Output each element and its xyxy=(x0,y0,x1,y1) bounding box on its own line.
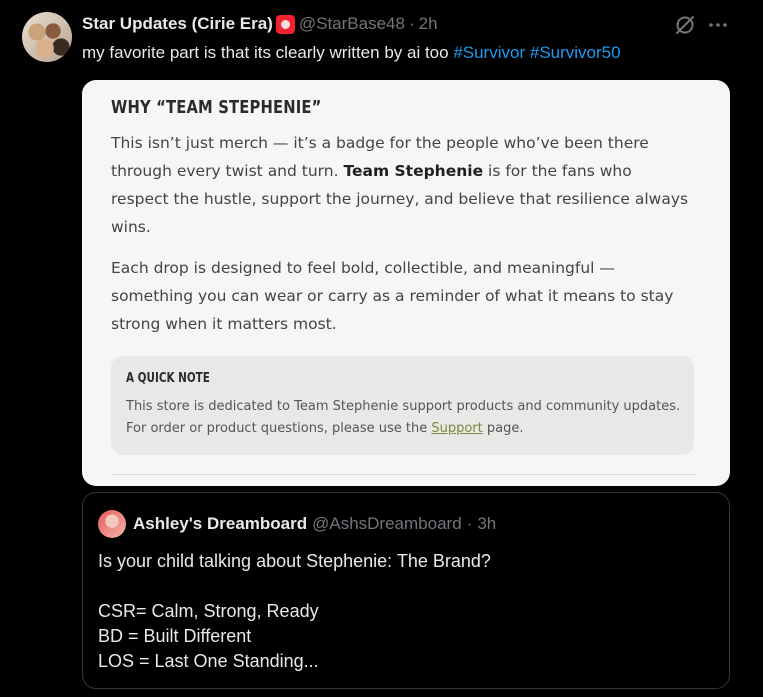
quoted-handle[interactable]: @AshsDreamboard xyxy=(312,514,462,534)
quoted-header: Ashley's Dreamboard @AshsDreamboard · 3h xyxy=(133,514,496,534)
author-display-name[interactable]: Star Updates (Cirie Era) xyxy=(82,14,273,34)
note-text: This store is dedicated to Team Stepheni… xyxy=(126,399,681,436)
divider xyxy=(111,474,696,475)
separator: · xyxy=(408,14,415,33)
note-heading: A QUICK NOTE xyxy=(126,371,210,386)
quoted-display-name[interactable]: Ashley's Dreamboard xyxy=(133,514,307,534)
card-paragraph-2: Each drop is designed to feel bold, coll… xyxy=(111,259,674,333)
grok-icon[interactable] xyxy=(674,14,696,36)
quoted-time[interactable]: 3h xyxy=(477,514,496,534)
siren-emoji-icon xyxy=(275,14,295,34)
attached-image[interactable]: WHY “TEAM STEPHENIE” This isn’t just mer… xyxy=(82,80,730,486)
author-avatar[interactable] xyxy=(22,12,72,62)
support-link[interactable]: Support xyxy=(431,421,482,436)
quoted-tweet[interactable]: Ashley's Dreamboard @AshsDreamboard · 3h… xyxy=(82,492,730,689)
team-stephenie-bold: Team Stephenie xyxy=(343,162,484,180)
tweet-header: Star Updates (Cirie Era) @StarBase48 · 2… xyxy=(82,13,438,35)
tweet-text: my favorite part is that its clearly wri… xyxy=(82,42,621,64)
separator: · xyxy=(466,514,473,533)
card-paragraph-1: This isn’t just merch — it’s a badge for… xyxy=(111,134,689,236)
quoted-line: CSR= Calm, Strong, Ready xyxy=(98,601,319,621)
more-icon[interactable] xyxy=(707,14,729,36)
author-handle[interactable]: @StarBase48 xyxy=(299,14,405,34)
card-heading: WHY “TEAM STEPHENIE” xyxy=(111,97,322,118)
hashtag-survivor[interactable]: #Survivor xyxy=(453,43,525,62)
quoted-author-avatar[interactable] xyxy=(98,510,126,538)
quoted-line: Is your child talking about Stephenie: T… xyxy=(98,551,491,571)
tweet-body: my favorite part is that its clearly wri… xyxy=(82,43,454,62)
tweet-time[interactable]: 2h xyxy=(419,14,438,34)
quoted-text: Is your child talking about Stephenie: T… xyxy=(98,549,718,674)
quoted-line: LOS = Last One Standing... xyxy=(98,651,319,671)
quoted-line: BD = Built Different xyxy=(98,626,252,646)
quick-note-box: A QUICK NOTE This store is dedicated to … xyxy=(111,356,694,455)
quoted-line xyxy=(98,574,718,599)
hashtag-survivor50[interactable]: #Survivor50 xyxy=(530,43,621,62)
